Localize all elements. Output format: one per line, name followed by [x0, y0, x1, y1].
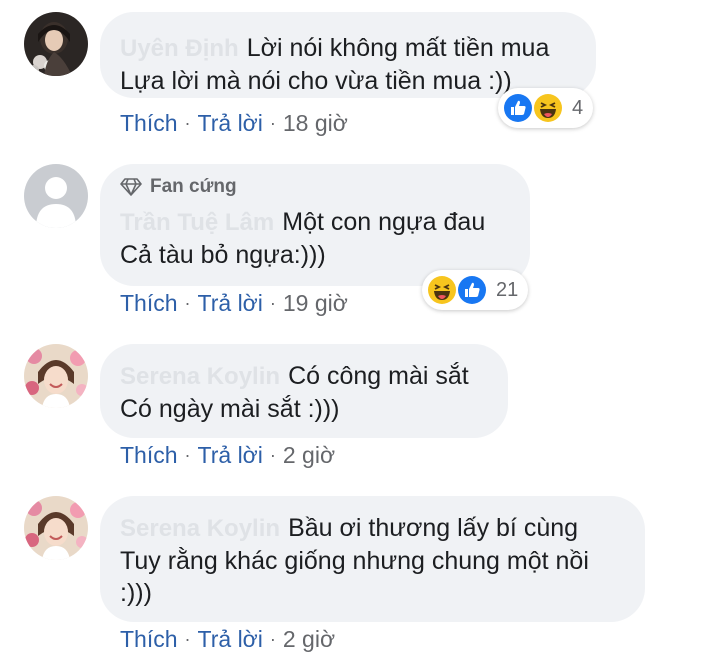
like-link[interactable]: Thích [120, 290, 178, 317]
like-reaction-icon [456, 274, 488, 306]
comment-bubble: Fan cứng Trần Tuệ Lâm Một con ngựa đau Cả… [100, 164, 530, 286]
comment-time[interactable]: 18 giờ [283, 110, 348, 137]
comment-bubble: Serena Koylin Có công mài sắt Có ngày mài… [100, 344, 508, 438]
comment-time[interactable]: 2 giờ [283, 626, 335, 653]
haha-reaction-icon [532, 92, 564, 124]
like-link[interactable]: Thích [120, 110, 178, 137]
avatar-photo-icon [24, 12, 88, 76]
separator-dot: · [184, 113, 191, 133]
comment-text: Serena Koylin Bầu ơi thương lấy bí cùng T… [120, 512, 623, 609]
reaction-summary[interactable]: 21 [422, 270, 529, 310]
default-avatar-icon [24, 164, 88, 228]
reply-link[interactable]: Trả lời [198, 442, 263, 469]
comment-actions: Thích · Trả lời · 19 giờ [120, 290, 348, 317]
badge-label: Fan cứng [150, 176, 237, 197]
reaction-count: 21 [496, 278, 519, 301]
comment-actions: Thích · Trả lời · 2 giờ [120, 442, 335, 469]
reply-link[interactable]: Trả lời [198, 290, 263, 317]
reply-link[interactable]: Trả lời [198, 626, 263, 653]
avatar[interactable] [24, 344, 88, 408]
comment-time[interactable]: 19 giờ [283, 290, 348, 317]
avatar[interactable] [24, 164, 88, 228]
comment-bubble: Uyên Định Lời nói không mất tiền mua Lựa … [100, 12, 596, 98]
comment-text: Serena Koylin Có công mài sắt Có ngày mài… [120, 360, 486, 425]
reply-link[interactable]: Trả lời [198, 110, 263, 137]
comment-text: Trần Tuệ Lâm Một con ngựa đau Cả tàu bỏ n… [120, 206, 508, 271]
comment-line: Bầu ơi thương lấy bí cùng [288, 514, 579, 542]
comment-actions: Thích · Trả lời · 2 giờ [120, 626, 335, 653]
like-link[interactable]: Thích [120, 442, 178, 469]
haha-reaction-icon [426, 274, 458, 306]
separator-dot: · [269, 113, 276, 133]
separator-dot: · [269, 629, 276, 649]
comment-actions: Thích · Trả lời · 18 giờ [120, 110, 348, 137]
separator-dot: · [184, 445, 191, 465]
comment-line: Tuy rằng khác giống nhưng chung một nồi [120, 547, 589, 575]
reaction-count: 4 [572, 96, 584, 119]
avatar-photo-icon [24, 344, 88, 408]
comment-author[interactable]: Serena Koylin [120, 363, 280, 390]
fan-badge: Fan cứng [120, 176, 508, 198]
reaction-summary[interactable]: 4 [498, 88, 594, 128]
avatar-photo-icon [24, 496, 88, 560]
comment-line: Có ngày mài sắt :))) [120, 395, 340, 423]
comment-author[interactable]: Trần Tuệ Lâm [120, 209, 274, 236]
diamond-icon [120, 178, 142, 196]
avatar[interactable] [24, 12, 88, 76]
comment-time[interactable]: 2 giờ [283, 442, 335, 469]
comment-line: Có công mài sắt [288, 362, 469, 390]
comment-bubble: Serena Koylin Bầu ơi thương lấy bí cùng T… [100, 496, 645, 622]
separator-dot: · [269, 445, 276, 465]
separator-dot: · [184, 293, 191, 313]
avatar[interactable] [24, 496, 88, 560]
comment-author[interactable]: Serena Koylin [120, 515, 280, 542]
separator-dot: · [184, 629, 191, 649]
comment-line: :))) [120, 579, 152, 607]
comment-line: Một con ngựa đau [282, 208, 486, 236]
separator-dot: · [269, 293, 276, 313]
comment-author[interactable]: Uyên Định [120, 35, 239, 62]
comment-line: Lời nói không mất tiền mua [246, 34, 550, 62]
like-reaction-icon [502, 92, 534, 124]
like-link[interactable]: Thích [120, 626, 178, 653]
comment-text: Uyên Định Lời nói không mất tiền mua Lựa … [120, 32, 574, 97]
comment-line: Cả tàu bỏ ngựa:))) [120, 241, 326, 269]
